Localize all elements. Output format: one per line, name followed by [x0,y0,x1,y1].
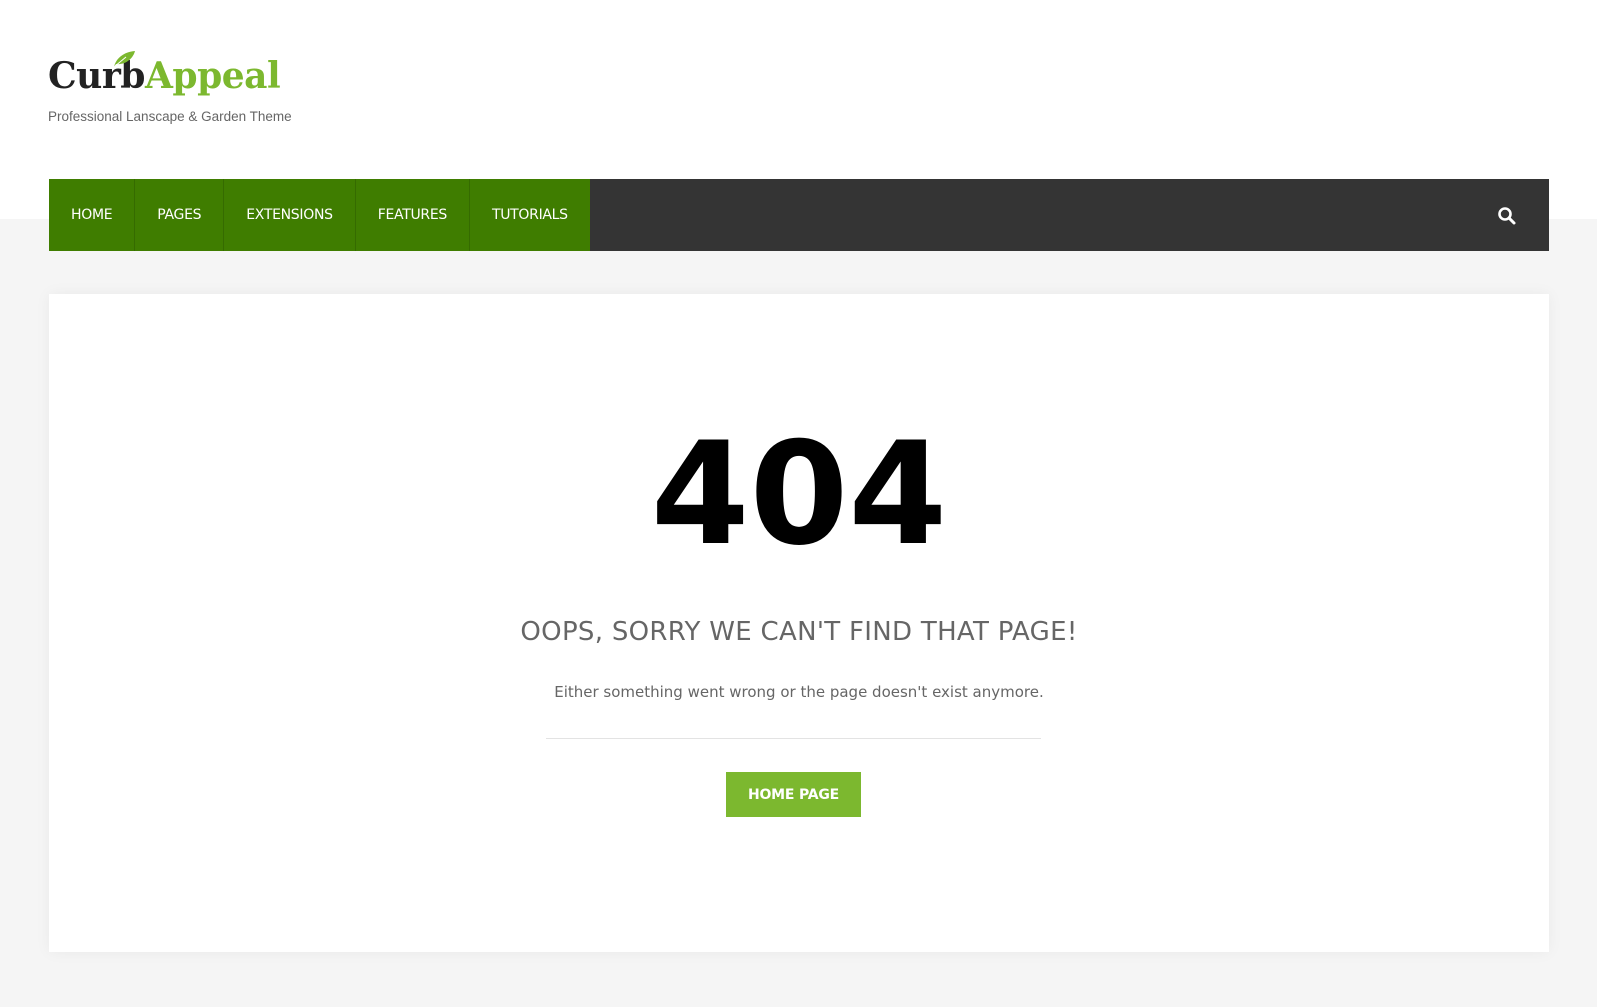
search-button[interactable] [1497,206,1517,226]
site-logo[interactable]: CurbAppeal Professional Lanscape & Garde… [48,48,378,138]
error-card: 404 OOPS, SORRY WE CAN'T FIND THAT PAGE!… [49,294,1549,952]
main-navigation: HOME PAGES EXTENSIONS FEATURES TUTORIALS [49,179,1549,251]
nav-item-pages[interactable]: PAGES [135,179,225,251]
logo-wordmark: CurbAppeal [48,55,281,97]
nav-item-home[interactable]: HOME [49,179,136,251]
nav-item-tutorials[interactable]: TUTORIALS [470,179,590,251]
site-tagline: Professional Lanscape & Garden Theme [48,109,292,124]
error-code: 404 [650,412,948,577]
nav-item-extensions[interactable]: EXTENSIONS [224,179,356,251]
search-icon [1498,207,1516,225]
error-heading: OOPS, SORRY WE CAN'T FIND THAT PAGE! [520,617,1078,647]
divider [546,738,1041,739]
home-page-button[interactable]: HOME PAGE [726,772,861,817]
nav-menu: HOME PAGES EXTENSIONS FEATURES TUTORIALS [49,179,590,251]
nav-item-features[interactable]: FEATURES [356,179,470,251]
error-message: Either something went wrong or the page … [554,683,1044,701]
logo-text-appeal: Appeal [144,55,281,97]
leaf-icon [113,51,135,68]
